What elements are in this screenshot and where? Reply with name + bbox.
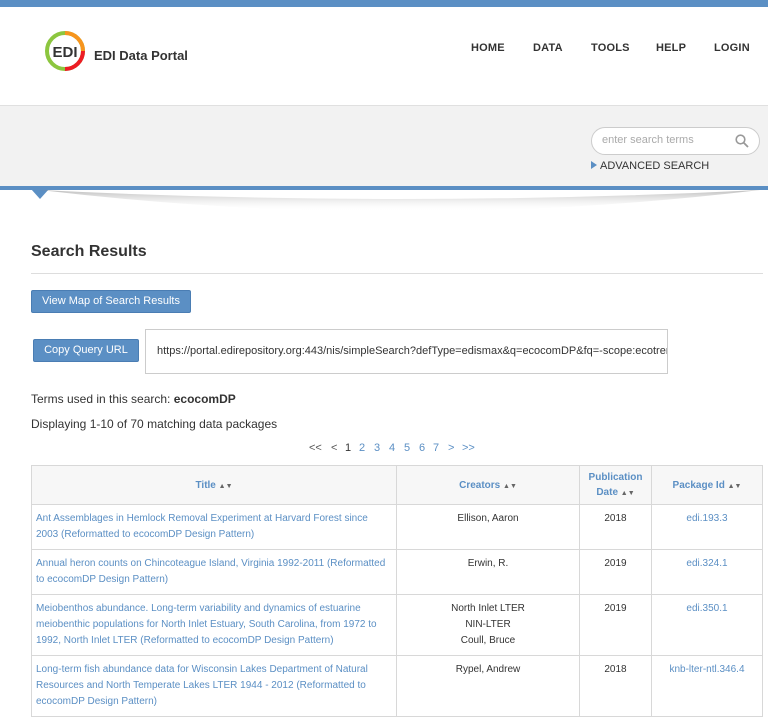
terms-used: Terms used in this search: ecocomDP (31, 392, 236, 406)
cell-date: 2019 (579, 549, 652, 595)
view-map-button[interactable]: View Map of Search Results (31, 290, 191, 313)
pager-page-2[interactable]: 2 (359, 442, 365, 454)
svg-text:EDI: EDI (52, 44, 77, 61)
copy-query-url-button[interactable]: Copy Query URL (33, 339, 139, 362)
sort-arrows-icon[interactable]: ▲▼ (219, 483, 233, 490)
cell-date: 2018 (579, 655, 652, 717)
sort-arrows-icon[interactable]: ▲▼ (503, 483, 517, 490)
cell-creators: Ellison, Aaron (396, 504, 580, 550)
creator-name: NIN-LTER (465, 619, 511, 630)
search-box[interactable] (591, 127, 760, 155)
creator-name: North Inlet LTER (451, 603, 525, 614)
nav-data[interactable]: DATA (533, 42, 563, 54)
table-row: Meiobenthos abundance. Long-term variabi… (31, 594, 763, 656)
col-header-creators[interactable]: Creators ▲▼ (396, 465, 580, 505)
search-icon[interactable] (735, 134, 749, 148)
cell-title: Meiobenthos abundance. Long-term variabi… (31, 594, 397, 656)
pager-page-4[interactable]: 4 (389, 442, 395, 454)
cell-creators: Erwin, R. (396, 549, 580, 595)
pager-first[interactable]: << (309, 442, 322, 454)
cell-package-id[interactable]: edi.350.1 (651, 594, 763, 656)
col-header-package-id-label[interactable]: Package Id (673, 480, 725, 491)
table-row: Long-term fish abundance data for Wiscon… (31, 655, 763, 717)
nav-help[interactable]: HELP (656, 42, 686, 54)
title-divider (31, 273, 763, 274)
table-header-row: Title ▲▼ Creators ▲▼ Publication Date ▲▼… (31, 465, 763, 505)
terms-value: ecocomDP (173, 392, 236, 406)
pager-prev[interactable]: < (331, 442, 337, 454)
terms-label: Terms used in this search: (31, 392, 174, 406)
sort-arrows-icon[interactable]: ▲▼ (621, 490, 635, 497)
col-header-package-id[interactable]: Package Id ▲▼ (651, 465, 763, 505)
brand-name[interactable]: EDI Data Portal (94, 48, 188, 63)
package-title-link[interactable]: Ant Assemblages in Hemlock Removal Exper… (36, 513, 368, 540)
col-header-title[interactable]: Title ▲▼ (31, 465, 397, 505)
creator-name: Erwin, R. (467, 558, 509, 569)
col-header-title-label[interactable]: Title (195, 480, 215, 491)
query-url-field[interactable]: https://portal.edirepository.org:443/nis… (145, 329, 668, 374)
cell-package-id[interactable]: knb-lter-ntl.346.4 (651, 655, 763, 717)
pager-last[interactable]: >> (462, 442, 475, 454)
cell-package-id[interactable]: edi.324.1 (651, 549, 763, 595)
site-header: EDI EDI Data Portal HOME DATA TOOLS HELP… (0, 7, 768, 105)
advanced-search-label[interactable]: ADVANCED SEARCH (600, 160, 709, 172)
edi-logo-icon[interactable]: EDI (44, 30, 86, 72)
pager-page-7[interactable]: 7 (433, 442, 439, 454)
nav-home[interactable]: HOME (471, 42, 505, 54)
pager-page-1[interactable]: 1 (345, 442, 351, 454)
cell-creators: North Inlet LTER NIN-LTER Coull, Bruce (396, 594, 580, 656)
col-header-date[interactable]: Publication Date ▲▼ (579, 465, 652, 505)
table-row: Ant Assemblages in Hemlock Removal Exper… (31, 504, 763, 550)
cell-creators: Rypel, Andrew (396, 655, 580, 717)
pager-page-3[interactable]: 3 (374, 442, 380, 454)
nav-login[interactable]: LOGIN (714, 42, 750, 54)
result-count: Displaying 1-10 of 70 matching data pack… (31, 417, 278, 431)
package-title-link[interactable]: Annual heron counts on Chincoteague Isla… (36, 558, 385, 585)
cell-title: Annual heron counts on Chincoteague Isla… (31, 549, 397, 595)
pager-page-5[interactable]: 5 (404, 442, 410, 454)
search-input[interactable] (602, 134, 732, 146)
pager-next[interactable]: > (448, 442, 454, 454)
decorative-shadow (40, 190, 760, 212)
advanced-search-link[interactable]: ADVANCED SEARCH (591, 160, 709, 172)
cell-date: 2018 (579, 504, 652, 550)
pager-page-6[interactable]: 6 (419, 442, 425, 454)
package-title-link[interactable]: Long-term fish abundance data for Wiscon… (36, 664, 368, 707)
top-accent-bar (0, 0, 768, 7)
table-row: Annual heron counts on Chincoteague Isla… (31, 549, 763, 595)
col-header-creators-label[interactable]: Creators (459, 480, 500, 491)
creator-name: Coull, Bruce (460, 635, 516, 646)
cell-title: Ant Assemblages in Hemlock Removal Exper… (31, 504, 397, 550)
results-table: Title ▲▼ Creators ▲▼ Publication Date ▲▼… (31, 465, 763, 717)
page-title: Search Results (31, 243, 147, 260)
sort-arrows-icon[interactable]: ▲▼ (728, 483, 742, 490)
package-title-link[interactable]: Meiobenthos abundance. Long-term variabi… (36, 603, 377, 646)
cell-date: 2019 (579, 594, 652, 656)
cell-title: Long-term fish abundance data for Wiscon… (31, 655, 397, 717)
nav-tools[interactable]: TOOLS (591, 42, 630, 54)
creator-name: Ellison, Aaron (457, 513, 519, 524)
creator-name: Rypel, Andrew (455, 664, 521, 675)
pagination: << < 1 2 3 4 5 6 7 > >> (0, 442, 768, 456)
triangle-right-icon (591, 161, 597, 169)
cell-package-id[interactable]: edi.193.3 (651, 504, 763, 550)
